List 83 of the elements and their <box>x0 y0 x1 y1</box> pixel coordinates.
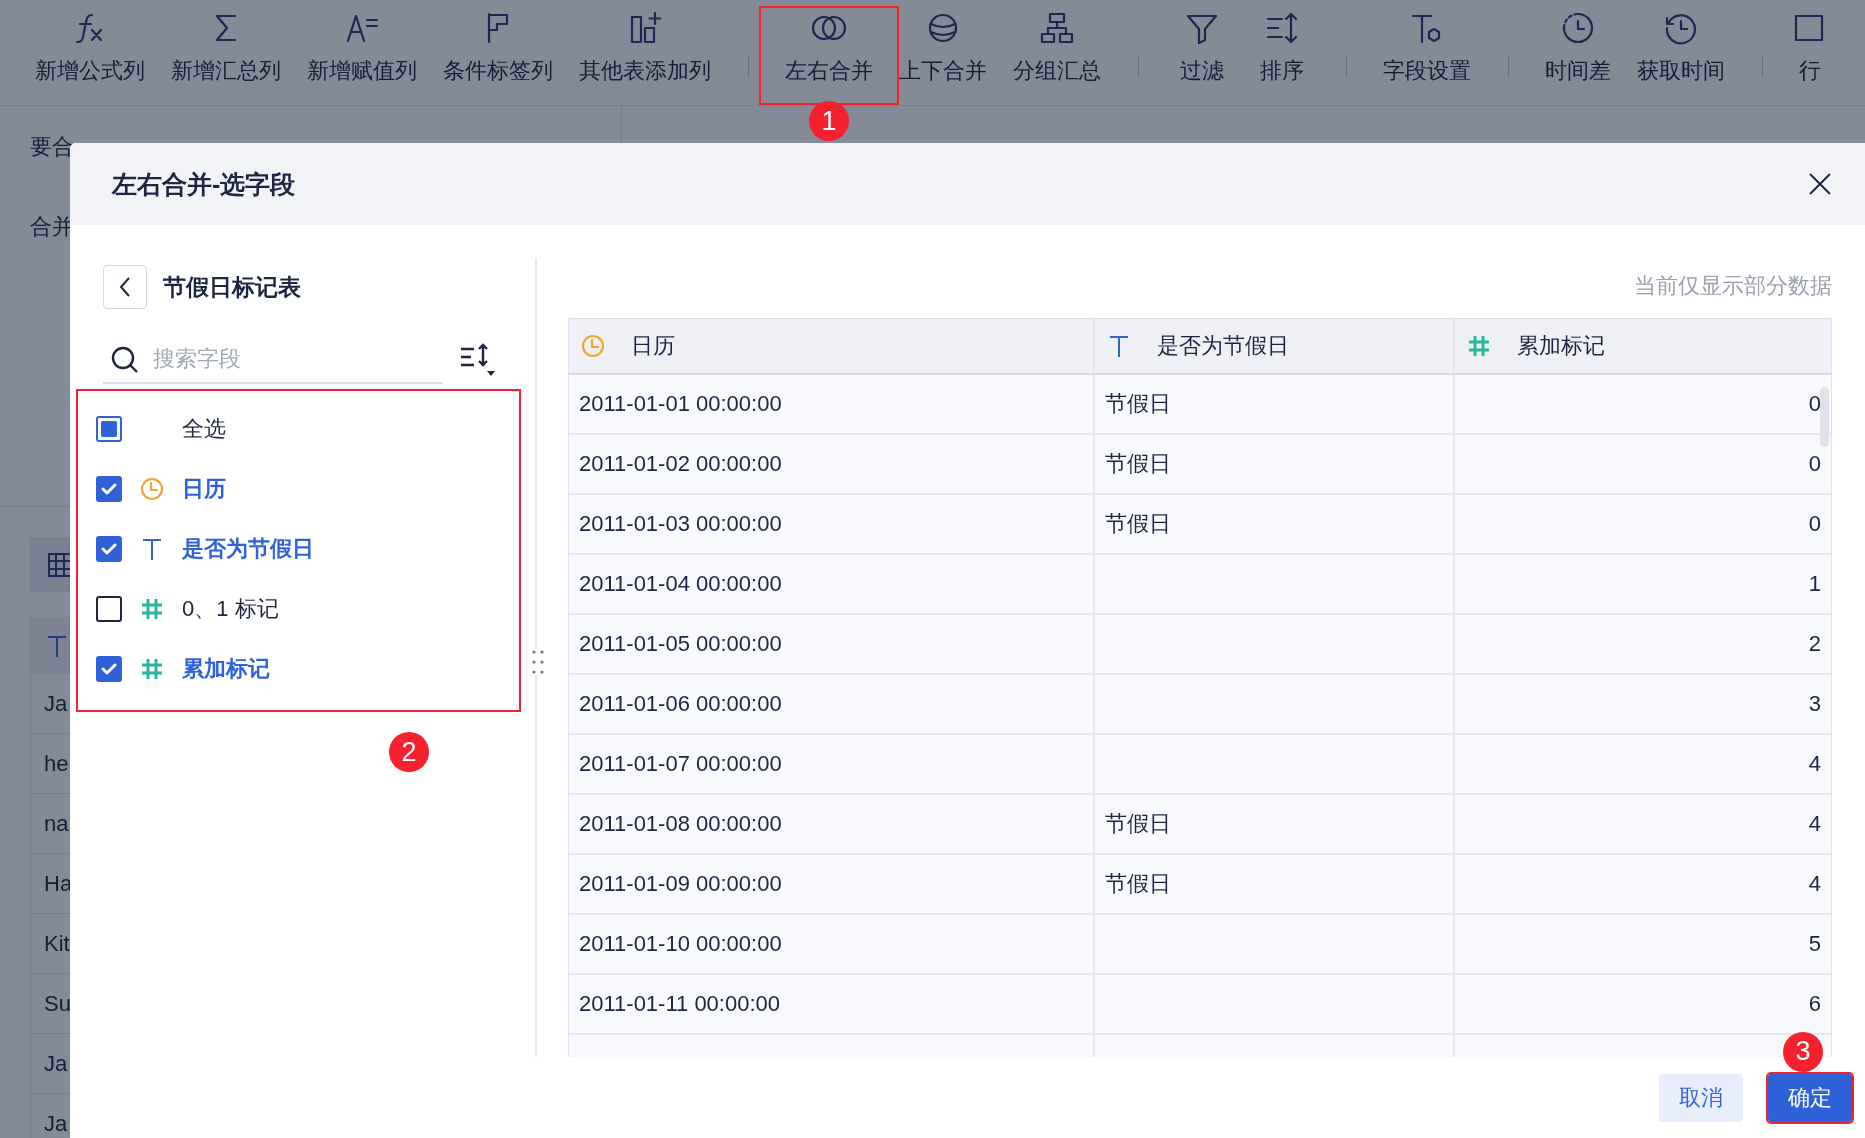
table-cell: 2011-01-07 00:00:00 <box>569 734 1095 795</box>
cancel-button[interactable]: 取消 <box>1659 1073 1743 1122</box>
toolbar-button[interactable]: 上下合并 <box>886 0 1000 105</box>
table-cell: 2011-01-06 00:00:00 <box>569 674 1095 735</box>
hash-icon <box>1467 333 1491 358</box>
search-field[interactable]: 搜索字段 <box>103 336 443 384</box>
text-type-icon <box>45 633 69 658</box>
clock-icon <box>140 477 164 501</box>
toolbar-button[interactable]: 排序 <box>1242 0 1322 105</box>
scrollbar-thumb[interactable] <box>1820 386 1829 447</box>
confirm-button[interactable]: 确定 <box>1768 1073 1852 1122</box>
checkbox[interactable] <box>96 656 122 682</box>
table-cell: na <box>44 810 69 837</box>
table-cell: 节假日 <box>1095 434 1455 495</box>
table-cell: 4 <box>1455 794 1831 855</box>
dialog-title: 左右合并-选字段 <box>112 168 296 200</box>
checkbox[interactable] <box>96 596 122 622</box>
hash-icon <box>140 597 164 621</box>
table-cell: Su <box>44 990 71 1017</box>
table-cell: 2011-01-02 00:00:00 <box>569 434 1095 495</box>
section-label: 合并 <box>30 213 74 238</box>
chevron-left-icon <box>119 277 131 297</box>
field-label: 是否为节假日 <box>182 535 314 563</box>
table-cell: 2011-01-08 00:00:00 <box>569 794 1095 855</box>
preview-hint: 当前仅显示部分数据 <box>1634 272 1832 301</box>
clock-icon <box>581 333 605 358</box>
table-cell: Ja <box>44 1110 68 1137</box>
table-cell: 2011-01-09 00:00:00 <box>569 854 1095 915</box>
column-label: 日历 <box>631 331 675 360</box>
table-cell: 2011-01-11 00:00:00 <box>569 974 1095 1035</box>
table-cell: 2011-01-10 00:00:00 <box>569 914 1095 975</box>
checkbox[interactable] <box>96 536 122 562</box>
checkbox[interactable] <box>96 476 122 502</box>
sort-icon <box>1264 10 1300 46</box>
toolbar-button[interactable]: 获取时间 <box>1624 0 1738 105</box>
table-cell: 4 <box>1455 854 1831 915</box>
grid-icon <box>47 551 73 578</box>
table-cell: 节假日 <box>1095 374 1455 435</box>
table-cell: 2011-01-03 00:00:00 <box>569 494 1095 555</box>
hash-icon <box>140 657 164 681</box>
text-type-icon <box>140 537 164 561</box>
clock-icon <box>1560 10 1596 46</box>
column-label: 是否为节假日 <box>1157 331 1289 360</box>
table-cell: 0 <box>1455 494 1831 555</box>
search-icon <box>111 346 139 374</box>
table-cell: 节假日 <box>1095 854 1455 915</box>
table-cell: 2011-01-01 00:00:00 <box>569 374 1095 435</box>
table-cell: 0 <box>1455 434 1831 495</box>
table-cell: 2011-01-05 00:00:00 <box>569 614 1095 675</box>
close-icon[interactable] <box>1809 173 1831 195</box>
table-cell: 3 <box>1455 674 1831 735</box>
step-badge: 2 <box>389 732 429 772</box>
section-label: 要合 <box>30 133 74 158</box>
field-label: 日历 <box>182 475 226 503</box>
table-cell: 节假日 <box>1095 794 1455 855</box>
field-label: 0、1 标记 <box>182 595 279 623</box>
step-badge: 1 <box>809 101 849 141</box>
toolbar-button[interactable]: 分组汇总 <box>1000 0 1114 105</box>
checkbox[interactable] <box>96 416 122 442</box>
table-cell: 6 <box>1455 974 1831 1035</box>
table-name: 节假日标记表 <box>163 272 301 302</box>
table-cell: 1 <box>1455 554 1831 615</box>
table-cell: Ja <box>44 690 68 717</box>
toolbar-button[interactable]: 条件标签列 <box>430 0 566 105</box>
toolbar-button[interactable]: 新增公式列 <box>22 0 158 105</box>
column-label: 累加标记 <box>1517 331 1605 360</box>
toolbar-button[interactable]: 新增汇总列 <box>158 0 294 105</box>
table-cell: 2011-01-04 00:00:00 <box>569 554 1095 615</box>
table-cell: 节假日 <box>1095 494 1455 555</box>
table-cell: 0 <box>1455 374 1831 435</box>
table-cell: he <box>44 750 69 777</box>
table-cell: 2 <box>1455 614 1831 675</box>
table-cell: 5 <box>1455 914 1831 975</box>
field-label: 累加标记 <box>182 655 270 683</box>
toolbar-button[interactable]: 新增赋值列 <box>294 0 430 105</box>
table-cell: Kit <box>44 930 70 957</box>
text-type-icon <box>1107 333 1131 358</box>
field-label: 全选 <box>182 415 226 443</box>
hierarchy-icon <box>1039 10 1075 46</box>
toolbar-button[interactable]: 其他表添加列 <box>566 0 724 105</box>
table-cell: Ja <box>44 1050 68 1077</box>
back-button[interactable] <box>103 265 147 309</box>
table-cell: 4 <box>1455 734 1831 795</box>
